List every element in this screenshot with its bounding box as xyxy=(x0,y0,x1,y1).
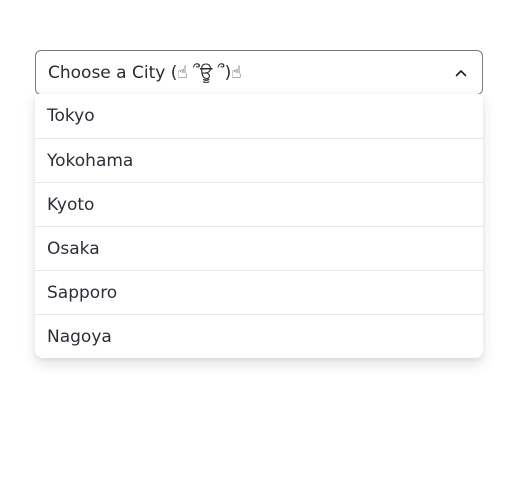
city-option-sapporo[interactable]: Sapporo xyxy=(35,270,483,314)
city-select[interactable]: Choose a City (☝ ՞ਊ ՞)☝ xyxy=(35,50,483,95)
city-option-tokyo[interactable]: Tokyo xyxy=(35,94,483,138)
city-option-nagoya[interactable]: Nagoya xyxy=(35,314,483,358)
city-select-label: Choose a City (☝ ՞ਊ ՞)☝ xyxy=(48,62,242,83)
city-option-kyoto[interactable]: Kyoto xyxy=(35,182,483,226)
city-dropdown: Choose a City (☝ ՞ਊ ՞)☝ Tokyo Yokohama K… xyxy=(35,50,483,358)
city-option-osaka[interactable]: Osaka xyxy=(35,226,483,270)
city-option-yokohama[interactable]: Yokohama xyxy=(35,138,483,182)
chevron-up-icon xyxy=(454,66,468,80)
city-options-list: Tokyo Yokohama Kyoto Osaka Sapporo Nagoy… xyxy=(35,94,483,358)
